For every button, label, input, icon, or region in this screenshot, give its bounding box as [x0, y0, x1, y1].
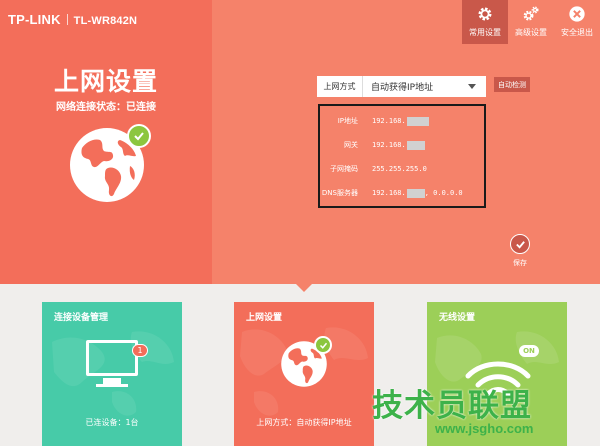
top-toolbar: 常用设置 高级设置 安全退出 — [462, 0, 600, 44]
card-device-title: 连接设备管理 — [54, 313, 109, 323]
info-row-ip: IP地址 192.168. — [320, 114, 484, 128]
check-icon — [314, 336, 332, 354]
watermark-url: www.jsgho.com — [435, 421, 534, 436]
active-pointer — [296, 284, 312, 292]
redacted-block — [406, 188, 425, 198]
toolbar-advanced-settings[interactable]: 高级设置 — [508, 0, 554, 44]
exit-icon — [569, 6, 585, 22]
card-device-footer: 已连设备：1台 — [85, 418, 139, 427]
left-panel: TP-LINK TL-WR842N 上网设置 网络连接状态：已连接 — [0, 0, 212, 284]
logo-text: TP-LINK — [8, 12, 61, 27]
toolbar-logout[interactable]: 安全退出 — [554, 0, 600, 44]
info-value-gateway: 192.168. — [372, 140, 425, 150]
connection-mode-value: 自动获得IP地址 — [371, 83, 434, 93]
auto-detect-button[interactable]: 自动检测 — [494, 77, 530, 92]
redacted-block — [406, 116, 429, 126]
info-value-dns: 192.168. , 0.0.0.0 — [372, 188, 463, 198]
wifi-on-badge: ON — [519, 345, 539, 357]
gear-icon — [478, 7, 492, 21]
save-label: 保存 — [513, 259, 527, 267]
network-info-box: IP地址 192.168. 网关 192.168. 子网掩码 255.255.2… — [318, 104, 486, 208]
redacted-block — [406, 140, 425, 150]
info-value-ip: 192.168. — [372, 116, 429, 126]
card-globe — [280, 336, 332, 388]
page-title: 上网设置 — [53, 67, 158, 96]
info-row-gateway: 网关 192.168. — [320, 138, 484, 152]
check-icon — [127, 124, 151, 148]
connection-status: 网络连接状态：已连接 — [56, 102, 156, 113]
info-row-dns: DNS服务器 192.168. , 0.0.0.0 — [320, 186, 484, 200]
watermark-text: 技术员联盟 — [372, 388, 532, 424]
card-internet-title: 上网设置 — [246, 313, 283, 323]
card-device-management[interactable]: 连接设备管理 1 已连设备：1台 — [42, 302, 182, 446]
dns-secondary-text: , 0.0.0.0 — [424, 189, 463, 197]
info-row-netmask: 子网掩码 255.255.255.0 — [320, 162, 484, 176]
dns-text: 192.168. — [372, 189, 406, 197]
toolbar-common-settings[interactable]: 常用设置 — [462, 0, 508, 44]
card-internet-settings[interactable]: 上网设置 上网方式：自动获得IP地址 — [234, 302, 374, 446]
toolbar-advanced-label: 高级设置 — [515, 28, 547, 37]
connection-mode-select[interactable]: 自动获得IP地址 — [363, 76, 486, 97]
device-count-badge: 1 — [132, 344, 148, 357]
save-button[interactable]: 保存 — [508, 234, 532, 268]
toolbar-logout-label: 安全退出 — [561, 28, 593, 37]
connection-mode-row: 上网方式 自动获得IP地址 — [317, 76, 486, 97]
card-internet-footer: 上网方式：自动获得IP地址 — [256, 418, 352, 427]
info-label-netmask: 子网掩码 — [330, 165, 358, 173]
card-wireless-title: 无线设置 — [439, 313, 476, 323]
connection-mode-label: 上网方式 — [317, 76, 363, 97]
brand-logo: TP-LINK TL-WR842N — [8, 12, 137, 27]
model-name: TL-WR842N — [73, 15, 138, 27]
dropdown-arrow-icon — [468, 84, 476, 89]
ip-text: 192.168. — [372, 117, 406, 125]
toolbar-common-label: 常用设置 — [469, 28, 501, 37]
info-value-netmask: 255.255.255.0 — [372, 165, 427, 173]
save-check-icon — [510, 234, 530, 254]
globe-illustration — [68, 124, 151, 204]
logo-divider — [66, 14, 68, 25]
monitor-icon — [86, 340, 138, 376]
info-label-dns: DNS服务器 — [321, 189, 358, 197]
gateway-text: 192.168. — [372, 141, 406, 149]
info-label-gateway: 网关 — [344, 141, 358, 149]
monitor-base — [96, 384, 128, 387]
info-label-ip: IP地址 — [337, 117, 358, 125]
gears-icon — [523, 6, 539, 21]
